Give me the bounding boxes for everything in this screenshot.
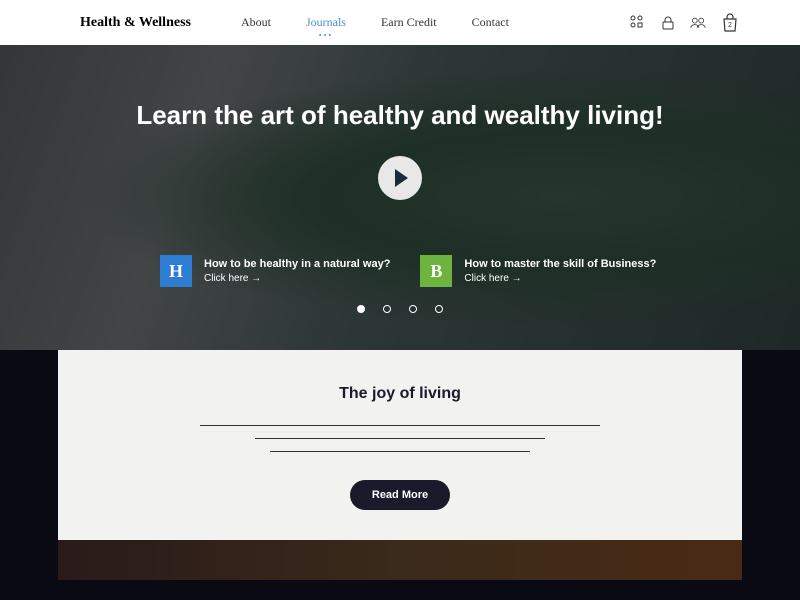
placeholder-lines bbox=[138, 425, 662, 452]
card-health[interactable]: H How to be healthy in a natural way? Cl… bbox=[160, 255, 390, 287]
hero-cards: H How to be healthy in a natural way? Cl… bbox=[60, 255, 740, 287]
svg-text:2: 2 bbox=[728, 22, 732, 29]
nav-about[interactable]: About bbox=[241, 15, 271, 30]
dot-2[interactable] bbox=[383, 305, 391, 313]
card-link[interactable]: Click here bbox=[464, 273, 656, 284]
line bbox=[270, 451, 530, 452]
card-link[interactable]: Click here bbox=[204, 273, 390, 284]
hero-title: Learn the art of healthy and wealthy liv… bbox=[60, 45, 740, 131]
main-nav: About Journals Earn Credit Contact bbox=[241, 15, 509, 30]
play-button[interactable] bbox=[378, 156, 422, 200]
footer-image-strip bbox=[58, 540, 742, 580]
card-title: How to be healthy in a natural way? bbox=[204, 258, 390, 270]
card-title: How to master the skill of Business? bbox=[464, 258, 656, 270]
header-actions: 2 bbox=[630, 13, 740, 33]
dot-4[interactable] bbox=[435, 305, 443, 313]
card-text: How to master the skill of Business? Cli… bbox=[464, 258, 656, 284]
nav-journals[interactable]: Journals bbox=[306, 15, 346, 30]
section-title: The joy of living bbox=[138, 385, 662, 403]
badge-b: B bbox=[420, 255, 452, 287]
hero-section: Learn the art of healthy and wealthy liv… bbox=[0, 45, 800, 350]
dot-1[interactable] bbox=[357, 305, 365, 313]
users-icon[interactable] bbox=[690, 15, 706, 31]
shopping-bag-icon[interactable]: 2 bbox=[720, 13, 740, 33]
card-business[interactable]: B How to master the skill of Business? C… bbox=[420, 255, 656, 287]
line bbox=[200, 425, 600, 426]
apps-icon[interactable] bbox=[630, 15, 646, 31]
header: Health & Wellness About Journals Earn Cr… bbox=[0, 0, 800, 45]
joy-section: The joy of living Read More bbox=[58, 350, 742, 540]
badge-h: H bbox=[160, 255, 192, 287]
card-text: How to be healthy in a natural way? Clic… bbox=[204, 258, 390, 284]
lock-icon[interactable] bbox=[660, 15, 676, 31]
carousel-dots bbox=[60, 305, 740, 313]
brand-logo[interactable]: Health & Wellness bbox=[80, 15, 191, 31]
dot-3[interactable] bbox=[409, 305, 417, 313]
line bbox=[255, 438, 545, 439]
nav-earn-credit[interactable]: Earn Credit bbox=[381, 15, 437, 30]
nav-contact[interactable]: Contact bbox=[472, 15, 509, 30]
read-more-button[interactable]: Read More bbox=[350, 480, 450, 510]
play-icon bbox=[395, 169, 408, 187]
